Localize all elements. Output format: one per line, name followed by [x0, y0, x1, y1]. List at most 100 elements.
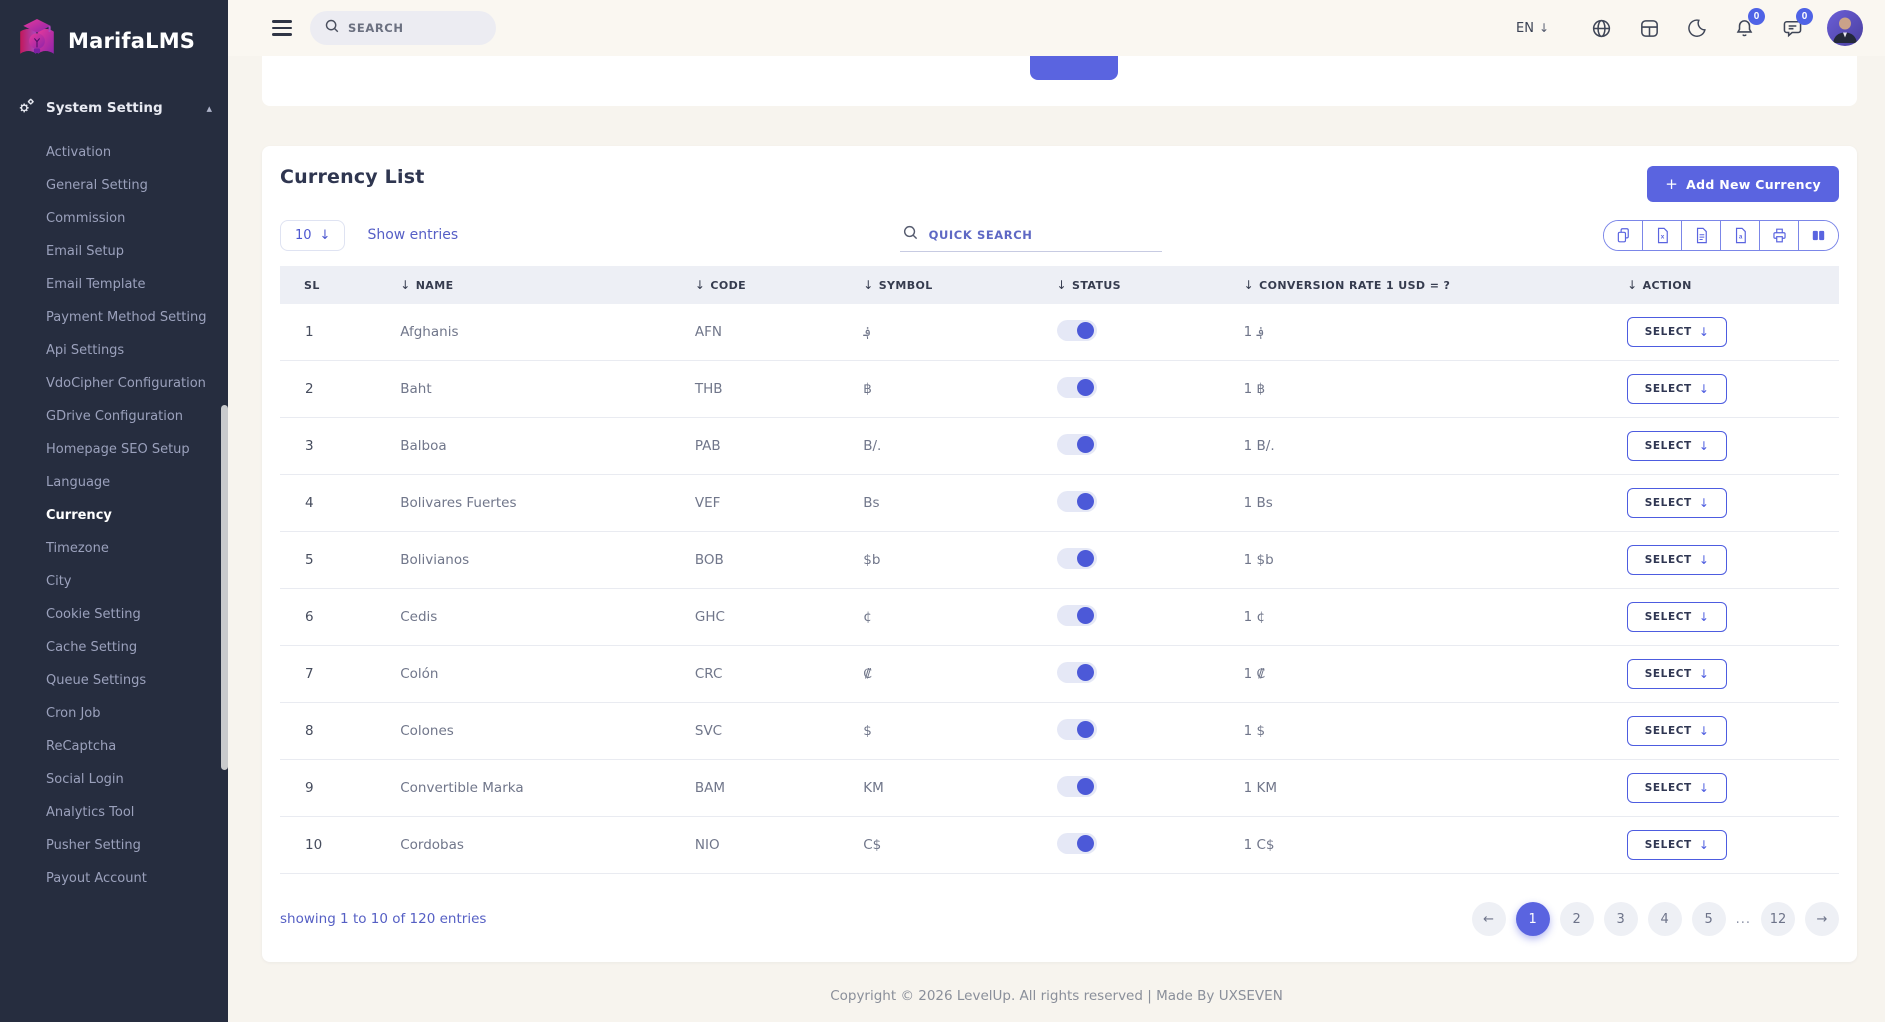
topbar-search[interactable]: [310, 11, 496, 45]
pagination-page-5[interactable]: 5: [1692, 902, 1726, 936]
sidebar-item-cron-job[interactable]: Cron Job: [0, 697, 228, 730]
column-header-name[interactable]: ↓NAME: [392, 266, 687, 304]
select-action-button[interactable]: SELECT↓: [1627, 830, 1727, 860]
sidebar-item-gdrive-configuration[interactable]: GDrive Configuration: [0, 400, 228, 433]
sidebar-item-timezone[interactable]: Timezone: [0, 532, 228, 565]
sidebar-item-cookie-setting[interactable]: Cookie Setting: [0, 598, 228, 631]
cell-action: SELECT↓: [1619, 817, 1839, 874]
quick-search[interactable]: [900, 218, 1162, 252]
pagination-page-4[interactable]: 4: [1648, 902, 1682, 936]
status-toggle[interactable]: [1057, 719, 1097, 740]
sidebar-item-activation[interactable]: Activation: [0, 136, 228, 169]
pagination-prev-button[interactable]: ←: [1472, 902, 1506, 936]
search-input[interactable]: [348, 21, 482, 35]
partial-submit-button[interactable]: [1030, 56, 1118, 80]
user-avatar[interactable]: [1827, 10, 1863, 46]
plus-icon: +: [1665, 175, 1678, 193]
column-header-action[interactable]: ↓ACTION: [1619, 266, 1839, 304]
sidebar-item-email-setup[interactable]: Email Setup: [0, 235, 228, 268]
sidebar-item-homepage-seo-setup[interactable]: Homepage SEO Setup: [0, 433, 228, 466]
pagination-page-12[interactable]: 12: [1761, 902, 1795, 936]
select-action-button[interactable]: SELECT↓: [1627, 602, 1727, 632]
sidebar-item-payment-method-setting[interactable]: Payment Method Setting: [0, 301, 228, 334]
sidebar-section-system-setting[interactable]: System Setting ▴: [0, 86, 228, 130]
pagination-page-2[interactable]: 2: [1560, 902, 1594, 936]
sidebar-item-currency[interactable]: Currency: [0, 499, 228, 532]
table-row: 1AfghanisAFN؋1 ؋SELECT↓: [280, 304, 1839, 361]
sidebar-item-cache-setting[interactable]: Cache Setting: [0, 631, 228, 664]
pagination-page-1[interactable]: 1: [1516, 902, 1550, 936]
topbar: EN ↓: [228, 0, 1885, 56]
table-row: 4Bolivares FuertesVEFBs1 BsSELECT↓: [280, 475, 1839, 532]
language-selector[interactable]: EN ↓: [1516, 21, 1549, 36]
dark-mode-moon-icon[interactable]: [1684, 15, 1710, 41]
status-toggle[interactable]: [1057, 377, 1097, 398]
quick-search-input[interactable]: [929, 228, 1160, 242]
select-action-button[interactable]: SELECT↓: [1627, 431, 1727, 461]
select-action-button[interactable]: SELECT↓: [1627, 716, 1727, 746]
cell-action: SELECT↓: [1619, 760, 1839, 817]
globe-icon[interactable]: [1588, 15, 1615, 42]
sidebar-scrollbar[interactable]: [221, 405, 228, 770]
table-row: 3BalboaPABB/.1 B/.SELECT↓: [280, 418, 1839, 475]
entries-per-page-select[interactable]: 10 ↓: [280, 220, 345, 251]
status-toggle[interactable]: [1057, 491, 1097, 512]
status-toggle[interactable]: [1057, 548, 1097, 569]
notifications-bell-icon[interactable]: 0: [1731, 15, 1758, 42]
chevron-up-icon[interactable]: ▴: [206, 102, 212, 115]
add-new-currency-button[interactable]: + Add New Currency: [1647, 166, 1839, 202]
copy-export-icon[interactable]: [1604, 221, 1643, 250]
sidebar-item-api-settings[interactable]: Api Settings: [0, 334, 228, 367]
status-toggle[interactable]: [1057, 434, 1097, 455]
gears-icon: [16, 96, 36, 120]
sidebar-item-pusher-setting[interactable]: Pusher Setting: [0, 829, 228, 862]
csv-export-icon[interactable]: [1682, 221, 1721, 250]
cell-conversion-rate: 1 C$: [1236, 817, 1620, 874]
pagination-page-3[interactable]: 3: [1604, 902, 1638, 936]
brand: MarifaLMS: [0, 0, 228, 86]
sidebar-item-general-setting[interactable]: General Setting: [0, 169, 228, 202]
pdf-export-icon[interactable]: a: [1721, 221, 1760, 250]
sidebar-item-commission[interactable]: Commission: [0, 202, 228, 235]
sidebar-item-payout-account[interactable]: Payout Account: [0, 862, 228, 895]
select-action-button[interactable]: SELECT↓: [1627, 659, 1727, 689]
print-export-icon[interactable]: [1760, 221, 1799, 250]
column-header-conversion-rate-1-usd[interactable]: ↓CONVERSION RATE 1 USD = ?: [1236, 266, 1620, 304]
sidebar-item-city[interactable]: City: [0, 565, 228, 598]
sidebar-item-vdocipher-configuration[interactable]: VdoCipher Configuration: [0, 367, 228, 400]
sidebar-item-language[interactable]: Language: [0, 466, 228, 499]
select-action-button[interactable]: SELECT↓: [1627, 317, 1727, 347]
select-action-button[interactable]: SELECT↓: [1627, 374, 1727, 404]
select-action-button[interactable]: SELECT↓: [1627, 545, 1727, 575]
excel-export-icon[interactable]: x: [1643, 221, 1682, 250]
status-toggle[interactable]: [1057, 320, 1097, 341]
menu-toggle-button[interactable]: [268, 16, 296, 40]
columns-export-icon[interactable]: [1799, 221, 1838, 250]
search-icon: [324, 18, 340, 38]
chevron-down-icon: ↓: [1539, 21, 1549, 35]
partial-card: [262, 56, 1857, 106]
svg-text:a: a: [1739, 234, 1743, 240]
status-toggle[interactable]: [1057, 662, 1097, 683]
cell-action: SELECT↓: [1619, 703, 1839, 760]
sidebar-item-queue-settings[interactable]: Queue Settings: [0, 664, 228, 697]
column-header-symbol[interactable]: ↓SYMBOL: [855, 266, 1048, 304]
column-header-status[interactable]: ↓STATUS: [1049, 266, 1236, 304]
cell-symbol: ₡: [855, 646, 1048, 703]
sidebar-item-email-template[interactable]: Email Template: [0, 268, 228, 301]
column-header-code[interactable]: ↓CODE: [687, 266, 855, 304]
cell-action: SELECT↓: [1619, 361, 1839, 418]
status-toggle[interactable]: [1057, 833, 1097, 854]
sidebar-item-recaptcha[interactable]: ReCaptcha: [0, 730, 228, 763]
status-toggle[interactable]: [1057, 605, 1097, 626]
sidebar-item-social-login[interactable]: Social Login: [0, 763, 228, 796]
export-button-group: xa: [1603, 220, 1839, 251]
status-toggle[interactable]: [1057, 776, 1097, 797]
layout-icon[interactable]: [1636, 15, 1663, 42]
select-action-button[interactable]: SELECT↓: [1627, 773, 1727, 803]
sidebar-item-analytics-tool[interactable]: Analytics Tool: [0, 796, 228, 829]
messages-chat-icon[interactable]: 0: [1779, 15, 1806, 42]
table-row: 9Convertible MarkaBAMKM1 KMSELECT↓: [280, 760, 1839, 817]
select-action-button[interactable]: SELECT↓: [1627, 488, 1727, 518]
pagination-next-button[interactable]: →: [1805, 902, 1839, 936]
